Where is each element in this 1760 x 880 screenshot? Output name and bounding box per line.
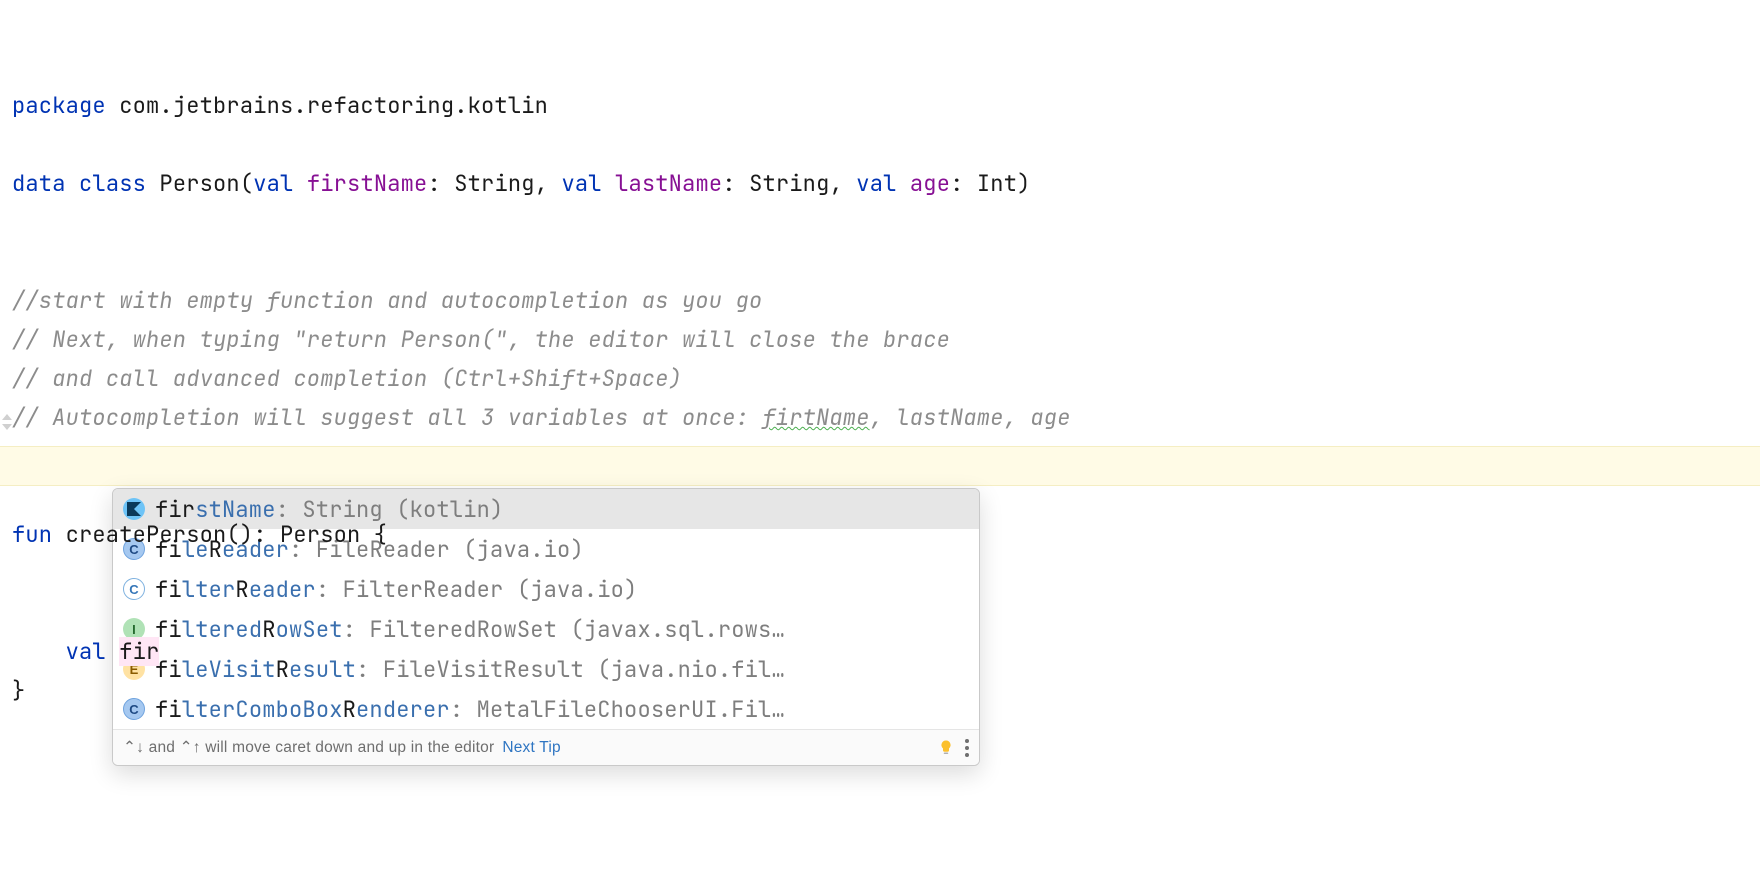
comment-4: // Autocompletion will suggest all 3 var… [12,403,1071,432]
close-brace: } [12,676,25,705]
type-string-2: : String, [722,169,856,198]
type-string-1: : String, [427,169,561,198]
kw-package: package [12,91,106,120]
kw-val-local: val [66,637,106,666]
comment-1: //start with empty function and autocomp… [12,286,762,315]
fn-signature: createPerson(): Person { [52,520,387,549]
completion-item[interactable]: CfilterReader : FilterReader (java.io) [113,569,979,609]
kw-data: data [12,169,79,198]
kw-class: class [79,169,146,198]
gutter-fold-icon[interactable] [2,414,12,430]
kw-val-3: val [856,169,896,198]
package-name: com.jetbrains.refactoring.kotlin [106,91,548,120]
popup-hint: ⌃↓ and ⌃↑ will move caret down and up in… [123,728,494,766]
more-menu-icon[interactable] [965,739,969,757]
kw-val: val [253,169,293,198]
completion-tail: : FilterReader (java.io) [316,570,638,609]
kw-fun: fun [12,520,52,549]
completion-name: filterReader [155,570,316,609]
next-tip-link[interactable]: Next Tip [502,728,560,766]
popup-footer: ⌃↓ and ⌃↑ will move caret down and up in… [113,729,979,765]
type-int: : Int) [950,169,1030,198]
user-typed-text[interactable]: fir [119,637,159,666]
comment-2: // Next, when typing "return Person(", t… [12,325,950,354]
indent [12,637,66,666]
lightbulb-icon[interactable] [937,739,955,757]
ch-badge-icon: C [123,578,145,600]
class-name: Person( [146,169,253,198]
typo-hint: firtName [762,403,869,432]
code-editor[interactable]: package com.jetbrains.refactoring.kotlin… [0,0,1760,749]
prop-age: age [897,169,951,198]
kw-val-2: val [561,169,601,198]
comment-3: // and call advanced completion (Ctrl+Sh… [12,364,682,393]
prop-firstname: firstName [293,169,427,198]
prop-lastname: lastName [602,169,723,198]
